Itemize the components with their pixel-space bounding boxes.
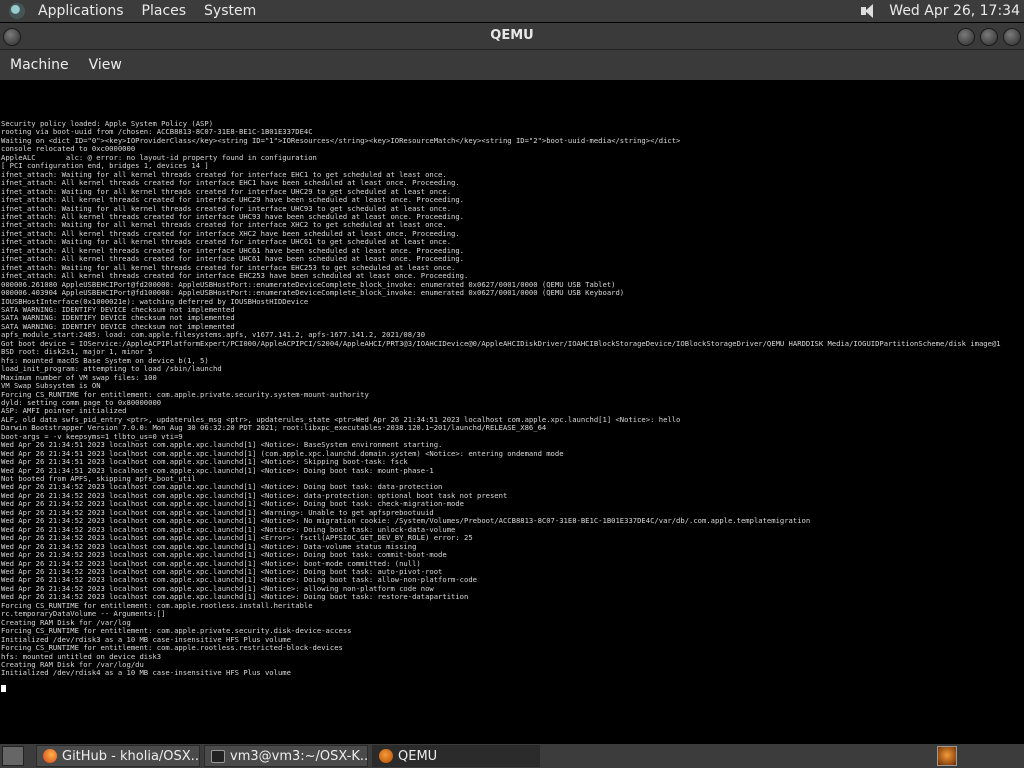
firefox-icon [43, 749, 57, 763]
console-line: Got boot device = IOService:/AppleACPIPl… [1, 338, 1001, 348]
console-cursor [1, 685, 6, 692]
qemu-menubar: Machine View [0, 50, 1024, 80]
clock[interactable]: Wed Apr 26, 17:34 [889, 3, 1024, 19]
view-menu[interactable]: View [79, 57, 132, 73]
minimize-icon[interactable] [957, 28, 975, 46]
task-label: vm3@vm3:~/OSX-K... [230, 748, 368, 764]
maximize-icon[interactable] [980, 28, 998, 46]
close-icon[interactable] [1003, 28, 1021, 46]
task-label: QEMU [398, 748, 438, 764]
task-terminal[interactable]: vm3@vm3:~/OSX-K... [204, 745, 368, 767]
system-tray: Wed Apr 26, 17:34 [859, 0, 1024, 22]
window-title: QEMU [490, 28, 534, 43]
taskbar: GitHub - kholia/OSX... vm3@vm3:~/OSX-K..… [0, 744, 1024, 768]
top-panel: Applications Places System Wed Apr 26, 1… [0, 0, 1024, 22]
terminal-icon [211, 749, 225, 763]
show-desktop-button[interactable] [2, 746, 24, 766]
console-line: Maximum number of VM swap files: 100 [1, 372, 157, 382]
task-qemu[interactable]: QEMU [372, 745, 540, 767]
distro-logo-icon[interactable] [9, 3, 25, 19]
volume-icon[interactable] [859, 3, 877, 19]
places-menu[interactable]: Places [133, 0, 196, 22]
system-menu[interactable]: System [195, 0, 265, 22]
qemu-icon [379, 749, 393, 763]
task-firefox[interactable]: GitHub - kholia/OSX... [36, 745, 200, 767]
top-menu: Applications Places System [0, 0, 265, 22]
window-titlebar[interactable]: QEMU [0, 23, 1024, 50]
console-line: rc.temporaryDataVolume -- Arguments:[] [1, 609, 166, 619]
console-line: hfs: mounted untitled on device disk3 [1, 651, 162, 661]
console-line: Waiting on <dict ID="0"><key>IOProviderC… [1, 135, 681, 145]
applications-menu[interactable]: Applications [29, 0, 133, 22]
guest-console[interactable]: Security policy loaded: Apple System Pol… [0, 120, 1024, 700]
task-label: GitHub - kholia/OSX... [62, 748, 200, 764]
qemu-tray-icon[interactable] [937, 746, 957, 766]
machine-menu[interactable]: Machine [0, 57, 79, 73]
console-line: dyld: setting comm page to 0x80000000 [1, 397, 162, 407]
console-line: Initialized /dev/rdisk4 as a 10 MB case-… [1, 668, 291, 678]
